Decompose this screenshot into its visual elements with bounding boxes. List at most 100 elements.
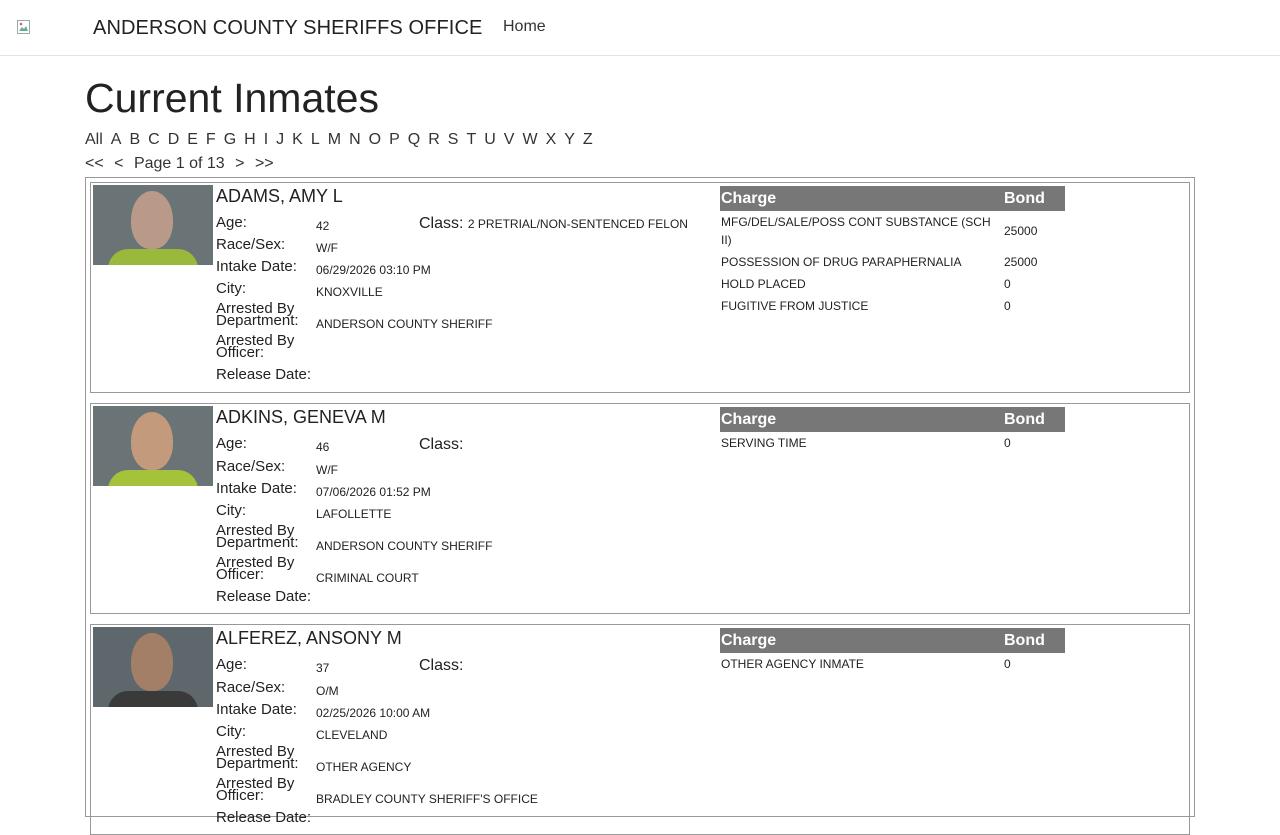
alpha-link-j[interactable]: J: [276, 131, 284, 148]
age-label: Age:: [216, 214, 247, 231]
alpha-link-m[interactable]: M: [328, 131, 341, 148]
alpha-link-a[interactable]: A: [111, 131, 122, 148]
site-title[interactable]: ANDERSON COUNTY SHERIFFS OFFICE: [93, 17, 482, 40]
charge-header: Charge: [720, 407, 1003, 432]
alpha-link-t[interactable]: T: [466, 131, 476, 148]
age-value: 46: [316, 440, 330, 454]
alpha-link-o[interactable]: O: [369, 131, 381, 148]
race-sex-label: Race/Sex:: [216, 679, 286, 696]
alpha-link-n[interactable]: N: [349, 131, 361, 148]
charge-row: MFG/DEL/SALE/POSS CONT SUBSTANCE (SCH II…: [720, 211, 1065, 251]
charge-cell: FUGITIVE FROM JUSTICE: [721, 299, 869, 313]
charges-table: Charge Bond MFG/DEL/SALE/POSS CONT SUBST…: [720, 186, 1065, 317]
class-label: Class:: [419, 657, 464, 674]
city-value: KNOXVILLE: [316, 285, 383, 299]
arrested-officer-label-2: Officer:: [216, 787, 265, 804]
alpha-link-s[interactable]: S: [448, 131, 459, 148]
charge-cell: MFG/DEL/SALE/POSS CONT SUBSTANCE (SCH II…: [721, 215, 991, 247]
officer-value: BRADLEY COUNTY SHERIFF'S OFFICE: [316, 792, 538, 806]
pager-label: Page 1 of 13: [133, 155, 225, 172]
pager-prev-link[interactable]: <: [114, 155, 123, 172]
department-value: ANDERSON COUNTY SHERIFF: [316, 317, 493, 331]
city-label: City:: [216, 502, 246, 519]
alpha-link-g[interactable]: G: [224, 131, 236, 148]
alpha-link-x[interactable]: X: [546, 131, 557, 148]
city-value: LAFOLLETTE: [316, 507, 392, 521]
inmate-card: ALFEREZ, ANSONY M Age: 37 Class: Race/Se…: [90, 624, 1190, 835]
charge-cell: OTHER AGENCY INMATE: [721, 657, 864, 671]
alpha-link-e[interactable]: E: [187, 131, 198, 148]
alpha-link-f[interactable]: F: [206, 131, 216, 148]
intake-label: Intake Date:: [216, 701, 297, 718]
intake-label: Intake Date:: [216, 480, 297, 497]
navbar: ANDERSON COUNTY SHERIFFS OFFICE Home: [0, 0, 1280, 56]
charge-cell: HOLD PLACED: [721, 277, 806, 291]
bond-cell: 0: [1004, 436, 1011, 450]
department-value: OTHER AGENCY: [316, 760, 412, 774]
alpha-link-u[interactable]: U: [484, 131, 496, 148]
alpha-link-c[interactable]: C: [148, 131, 160, 148]
class-label: Class:: [419, 436, 464, 453]
intake-value: 02/25/2026 10:00 AM: [316, 706, 431, 720]
officer-value: CRIMINAL COURT: [316, 571, 419, 585]
charge-cell: POSSESSION OF DRUG PARAPHERNALIA: [721, 255, 962, 269]
alpha-link-all[interactable]: All: [85, 131, 103, 148]
pager-first-link[interactable]: <<: [85, 155, 104, 172]
alpha-link-v[interactable]: V: [504, 131, 515, 148]
alpha-link-z[interactable]: Z: [583, 131, 593, 148]
intake-value: 07/06/2026 01:52 PM: [316, 485, 431, 499]
alpha-link-k[interactable]: K: [292, 131, 303, 148]
bond-header: Bond: [1003, 628, 1065, 653]
alpha-link-q[interactable]: Q: [408, 131, 420, 148]
release-label: Release Date:: [216, 366, 312, 383]
city-value: CLEVELAND: [316, 728, 388, 742]
charge-cell: SERVING TIME: [721, 436, 807, 450]
nav-home-link[interactable]: Home: [503, 18, 546, 36]
alpha-link-y[interactable]: Y: [564, 131, 575, 148]
age-label: Age:: [216, 435, 247, 452]
pager-next-link[interactable]: >: [235, 155, 244, 172]
race-sex-label: Race/Sex:: [216, 458, 286, 475]
alpha-link-h[interactable]: H: [244, 131, 256, 148]
intake-label: Intake Date:: [216, 258, 297, 275]
charge-header: Charge: [720, 186, 1003, 211]
arrested-dept-label-2: Department:: [216, 755, 299, 772]
charge-header: Charge: [720, 628, 1003, 653]
arrested-officer-label-2: Officer:: [216, 344, 265, 361]
bond-cell: 0: [1004, 277, 1011, 291]
alphabet-filter: All A B C D E F G H I J K L M N O P Q R S T U V W X Y Z: [85, 131, 601, 149]
alpha-link-i[interactable]: I: [264, 131, 268, 148]
bond-cell: 25000: [1004, 224, 1038, 238]
alpha-link-w[interactable]: W: [522, 131, 537, 148]
bond-cell: 25000: [1004, 255, 1038, 269]
pager-last-link[interactable]: >>: [255, 155, 274, 172]
alpha-link-r[interactable]: R: [428, 131, 440, 148]
class-value: 2 PRETRIAL/NON-SENTENCED FELON: [467, 217, 688, 231]
inmate-photo: [93, 185, 213, 265]
bond-header: Bond: [1003, 186, 1065, 211]
inmate-card: ADAMS, AMY L Age: 42 Class: 2 PRETRIAL/N…: [90, 182, 1190, 393]
age-label: Age:: [216, 656, 247, 673]
department-value: ANDERSON COUNTY SHERIFF: [316, 539, 493, 553]
alpha-link-l[interactable]: L: [311, 131, 320, 148]
intake-value: 06/29/2026 03:10 PM: [316, 263, 431, 277]
charges-table: Charge Bond SERVING TIME 0: [720, 407, 1065, 454]
broken-image-icon[interactable]: [17, 20, 32, 35]
race-sex-label: Race/Sex:: [216, 236, 286, 253]
alpha-link-d[interactable]: D: [168, 131, 180, 148]
release-label: Release Date:: [216, 588, 312, 605]
charges-table: Charge Bond OTHER AGENCY INMATE 0: [720, 628, 1065, 675]
race-sex-value: W/F: [316, 241, 338, 255]
arrested-officer-label-2: Officer:: [216, 566, 265, 583]
class-label: Class: 2 PRETRIAL/NON-SENTENCED FELON: [419, 215, 688, 232]
release-label: Release Date:: [216, 809, 312, 826]
inmate-card: ADKINS, GENEVA M Age: 46 Class: Race/Sex…: [90, 403, 1190, 614]
charge-row: HOLD PLACED 0: [720, 273, 1065, 295]
alpha-link-p[interactable]: P: [389, 131, 400, 148]
inmate-photo: [93, 627, 213, 707]
bond-cell: 0: [1004, 657, 1011, 671]
alpha-link-b[interactable]: B: [129, 131, 140, 148]
bond-cell: 0: [1004, 299, 1011, 313]
charge-row: OTHER AGENCY INMATE 0: [720, 653, 1065, 675]
arrested-dept-label-2: Department:: [216, 312, 299, 329]
